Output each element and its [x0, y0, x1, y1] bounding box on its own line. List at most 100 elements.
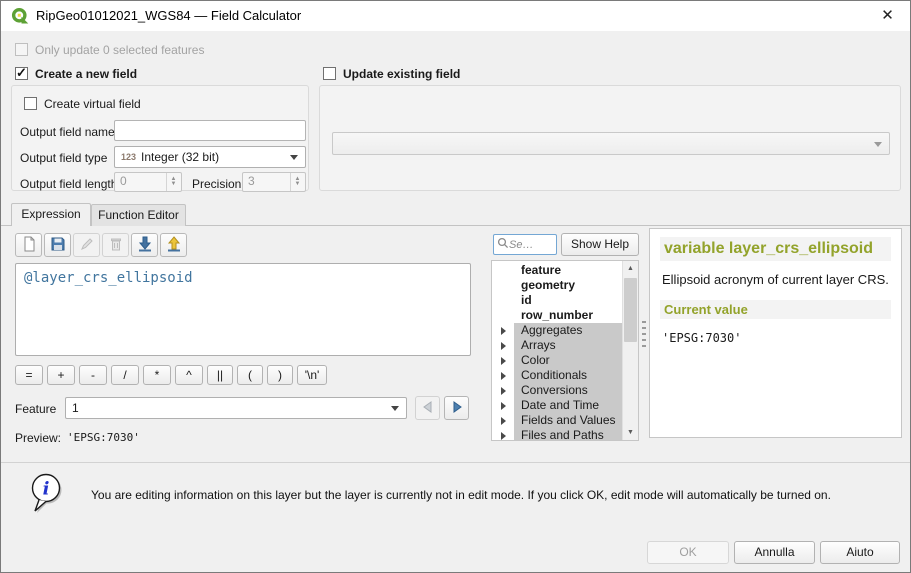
svg-text:i: i	[43, 479, 50, 500]
function-item-label: row_number	[521, 308, 593, 322]
operator-newline-button[interactable]: '\n'	[297, 365, 327, 385]
operator-equals-button[interactable]: =	[15, 365, 43, 385]
chevron-down-icon	[874, 142, 882, 147]
expand-arrow-icon[interactable]	[501, 357, 506, 365]
cancel-button[interactable]: Annulla	[734, 541, 815, 564]
update-existing-field-label: Update existing field	[343, 67, 460, 81]
operator-plus-button[interactable]: +	[47, 365, 75, 385]
field-calculator-dialog: RipGeo01012021_WGS84 — Field Calculator …	[0, 0, 911, 573]
scrollbar-thumb[interactable]	[624, 278, 637, 342]
function-item-id[interactable]: id	[492, 293, 622, 308]
previous-arrow-icon	[421, 400, 435, 417]
expand-arrow-icon[interactable]	[501, 432, 506, 440]
show-help-button[interactable]: Show Help	[561, 233, 639, 256]
operator-concat-button[interactable]: ||	[207, 365, 233, 385]
new-expression-button[interactable]	[15, 233, 42, 257]
import-expression-button[interactable]	[131, 233, 158, 257]
function-group-label: Aggregates	[521, 323, 582, 337]
delete-expression-button[interactable]	[102, 233, 129, 257]
function-group-label: Arrays	[521, 338, 556, 352]
tab-expression[interactable]: Expression	[11, 203, 91, 226]
function-group-arrays[interactable]: Arrays	[492, 338, 622, 353]
output-field-name-input[interactable]	[114, 120, 306, 141]
tab-function-editor[interactable]: Function Editor	[91, 204, 186, 226]
ok-button[interactable]: OK	[647, 541, 729, 564]
expression-editor[interactable]: @layer_crs_ellipsoid	[15, 263, 471, 356]
create-virtual-field-checkbox[interactable]: Create virtual field	[24, 97, 141, 111]
chevron-down-icon	[391, 406, 399, 411]
chevron-down-icon	[290, 155, 298, 160]
preview-label: Preview:	[15, 431, 61, 445]
create-virtual-field-label: Create virtual field	[44, 97, 141, 111]
help-button[interactable]: Aiuto	[820, 541, 900, 564]
only-update-label: Only update 0 selected features	[35, 43, 204, 57]
pencil-icon	[79, 236, 95, 255]
scroll-down-icon[interactable]: ▼	[623, 425, 638, 440]
operator-multiply-button[interactable]: *	[143, 365, 171, 385]
function-group-label: Files and Paths	[521, 428, 604, 441]
output-field-length-value: 0	[120, 174, 127, 188]
only-update-checkbox[interactable]: Only update 0 selected features	[15, 43, 204, 57]
output-field-type-label: Output field type	[20, 151, 107, 165]
existing-field-dropdown[interactable]	[332, 132, 890, 155]
new-file-icon	[21, 236, 37, 255]
function-group-conditionals[interactable]: Conditionals	[492, 368, 622, 383]
update-existing-field-checkbox[interactable]: Update existing field	[323, 67, 460, 81]
function-item-geometry[interactable]: geometry	[492, 278, 622, 293]
function-item-row-number[interactable]: row_number	[492, 308, 622, 323]
window-title: RipGeo01012021_WGS84 — Field Calculator	[36, 8, 301, 23]
current-value-heading: Current value	[660, 300, 891, 319]
output-field-name-label: Output field name	[20, 125, 115, 139]
expand-arrow-icon[interactable]	[501, 402, 506, 410]
function-group-color[interactable]: Color	[492, 353, 622, 368]
expand-arrow-icon[interactable]	[501, 417, 506, 425]
function-group-label: Date and Time	[521, 398, 599, 412]
expand-arrow-icon[interactable]	[501, 372, 506, 380]
function-group-label: Fields and Values	[521, 413, 616, 427]
edit-expression-button[interactable]	[73, 233, 100, 257]
function-list-scrollbar[interactable]: ▲ ▼	[622, 261, 638, 440]
trash-icon	[108, 236, 124, 255]
save-expression-button[interactable]	[44, 233, 71, 257]
function-item-label: geometry	[521, 278, 575, 292]
function-group-conversions[interactable]: Conversions	[492, 383, 622, 398]
output-field-length-label: Output field length	[20, 177, 117, 191]
function-group-aggregates[interactable]: Aggregates	[492, 323, 622, 338]
function-group-fields-and-values[interactable]: Fields and Values	[492, 413, 622, 428]
close-icon[interactable]: ✕	[865, 1, 910, 31]
operator-minus-button[interactable]: -	[79, 365, 107, 385]
current-value: 'EPSG:7030'	[662, 331, 889, 345]
precision-spinner[interactable]: 3 ▲▼	[242, 172, 306, 192]
import-down-arrow-icon	[137, 236, 153, 255]
operator-power-button[interactable]: ^	[175, 365, 203, 385]
create-new-field-checkbox[interactable]: Create a new field	[15, 67, 137, 81]
export-expression-button[interactable]	[160, 233, 187, 257]
tab-function-editor-label: Function Editor	[98, 208, 179, 222]
integer-type-icon: 123	[121, 152, 136, 162]
operator-open-paren-button[interactable]: (	[237, 365, 263, 385]
operator-divide-button[interactable]: /	[111, 365, 139, 385]
function-item-feature[interactable]: feature	[492, 263, 622, 278]
expand-arrow-icon[interactable]	[501, 342, 506, 350]
function-group-files-and-paths[interactable]: Files and Paths	[492, 428, 622, 441]
previous-feature-button[interactable]	[415, 396, 440, 420]
scroll-up-icon[interactable]: ▲	[623, 261, 638, 276]
checkbox-checked-icon	[15, 67, 28, 80]
operator-close-paren-button[interactable]: )	[267, 365, 293, 385]
search-input[interactable]	[509, 239, 549, 251]
output-field-type-dropdown[interactable]: 123 Integer (32 bit)	[114, 146, 306, 168]
checkbox-icon	[24, 97, 37, 110]
function-group-label: Conversions	[521, 383, 588, 397]
output-field-length-spinner[interactable]: 0 ▲▼	[114, 172, 182, 192]
function-group-date-and-time[interactable]: Date and Time	[492, 398, 622, 413]
expand-arrow-icon[interactable]	[501, 327, 506, 335]
expand-arrow-icon[interactable]	[501, 387, 506, 395]
feature-dropdown[interactable]: 1	[65, 397, 407, 419]
qgis-logo-icon	[11, 7, 29, 25]
checkbox-icon	[323, 67, 336, 80]
edit-mode-notice: You are editing information on this laye…	[91, 488, 871, 502]
panel-splitter-handle[interactable]	[642, 321, 646, 347]
create-new-field-label: Create a new field	[35, 67, 137, 81]
function-search-box[interactable]	[493, 234, 557, 255]
next-feature-button[interactable]	[444, 396, 469, 420]
